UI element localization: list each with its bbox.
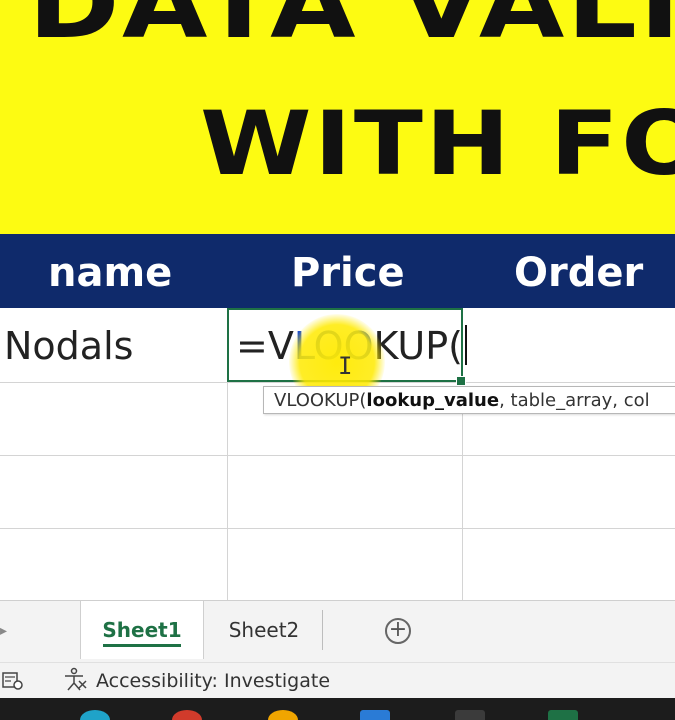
add-sheet-icon[interactable]: +	[385, 618, 411, 644]
scroll-tabs-left-icon[interactable]: ▸	[0, 623, 7, 639]
tooltip-other-args: , table_array, col	[499, 390, 650, 411]
banner-title-line-2: WITH FOR	[200, 92, 675, 195]
header-price[interactable]: Price	[291, 234, 405, 308]
text-caret	[464, 325, 467, 365]
sheet-tabs-bar: ▸ Sheet1 Sheet2 +	[0, 600, 675, 663]
grid-row-line	[0, 455, 675, 456]
accessibility-icon[interactable]	[62, 667, 88, 699]
macro-record-icon[interactable]	[2, 671, 26, 691]
accessibility-status[interactable]: Accessibility: Investigate	[96, 670, 330, 692]
fill-handle[interactable]	[456, 376, 466, 386]
status-bar: Accessibility: Investigate	[0, 662, 675, 699]
title-banner: DATA VALIDA WITH FOR	[0, 0, 675, 234]
grid-row-line	[0, 382, 675, 383]
grid-row-line	[0, 528, 675, 529]
formula-suffix: KUP(	[373, 324, 463, 368]
cell-name-nodals[interactable]: Nodals	[4, 324, 133, 368]
taskbar-app-icon[interactable]	[172, 710, 202, 720]
header-name[interactable]: name	[48, 234, 172, 308]
tab-sheet2[interactable]: Sheet2	[206, 610, 323, 650]
taskbar-excel-icon[interactable]	[548, 710, 578, 720]
taskbar-app-icon[interactable]	[268, 710, 298, 720]
tooltip-function-name: VLOOKUP(	[274, 390, 367, 411]
table-header-row: name Price Order	[0, 234, 675, 308]
formula-highlight: LOO	[293, 324, 374, 368]
taskbar-app-icon[interactable]	[455, 710, 485, 720]
formula-prefix: =V	[236, 324, 294, 368]
banner-title-line-1: DATA VALIDA	[28, 0, 675, 60]
taskbar-app-icon[interactable]	[80, 710, 110, 720]
ibeam-cursor-icon: I	[338, 352, 353, 380]
header-order[interactable]: Order	[514, 234, 643, 308]
function-tooltip[interactable]: VLOOKUP(lookup_value, table_array, col	[263, 386, 675, 414]
taskbar	[0, 698, 675, 720]
tab-sheet1[interactable]: Sheet1	[80, 601, 204, 659]
taskbar-app-icon[interactable]	[360, 710, 390, 720]
tooltip-current-arg: lookup_value	[366, 390, 500, 411]
